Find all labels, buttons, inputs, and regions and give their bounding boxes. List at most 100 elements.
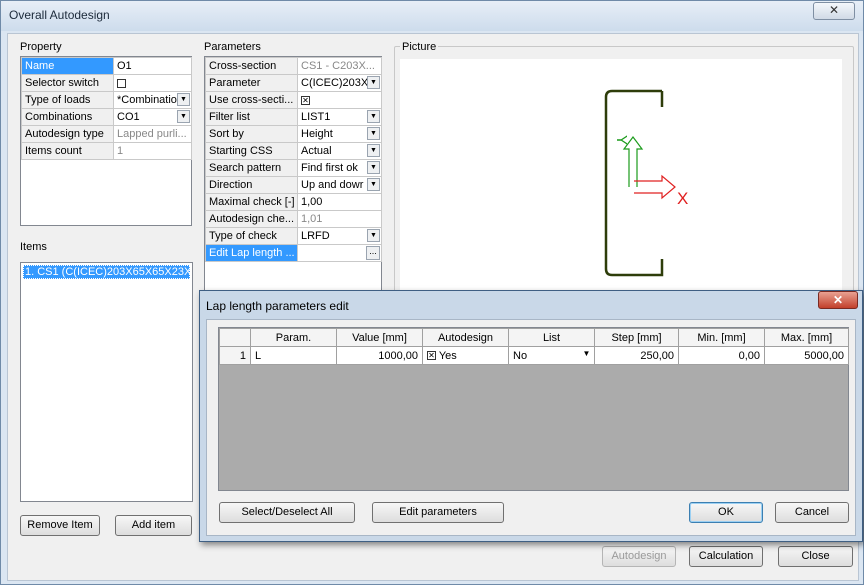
param-row-cross-section[interactable]: Cross-section CS1 - C203X...	[205, 57, 382, 75]
add-item-button[interactable]: Add item	[115, 515, 192, 536]
param-key: Maximal check [-]	[205, 193, 298, 211]
filter-list-select[interactable]: LIST1 ▼	[297, 108, 382, 126]
column-header[interactable]: Param.	[250, 328, 337, 347]
param-row-use-cross-section[interactable]: Use cross-secti... ✕	[205, 91, 382, 109]
grid-header-row: Param. Value [mm] Autodesign List Step […	[219, 328, 849, 347]
param-row-starting-css[interactable]: Starting CSS Actual ▼	[205, 142, 382, 160]
column-header[interactable]: Max. [mm]	[764, 328, 849, 347]
property-row-items-count[interactable]: Items count 1	[21, 142, 192, 160]
parameters-grid: Cross-section CS1 - C203X... Parameter C…	[204, 56, 382, 292]
autodesign-type-value: Lapped purli...	[113, 125, 192, 143]
list-select-cell[interactable]: No ▼	[508, 346, 595, 365]
search-pattern-select[interactable]: Find first ok ▼	[297, 159, 382, 177]
column-header[interactable]: List	[508, 328, 595, 347]
items-label: Items	[20, 241, 47, 253]
checkbox-unchecked-icon[interactable]	[117, 78, 126, 88]
parameter-select[interactable]: C(ICEC)203X ▼	[297, 74, 382, 92]
param-row-maximal-check[interactable]: Maximal check [-] 1,00	[205, 193, 382, 211]
row-number-header	[219, 328, 251, 347]
list-item[interactable]: 1. CS1 (C(ICEC)203X65X65X23X3)	[23, 265, 190, 279]
combinations-select[interactable]: CO1 ▼	[113, 108, 192, 126]
lap-length-dialog: Lap length parameters edit ✕ Param. Valu…	[199, 290, 863, 542]
use-cross-section-checkbox[interactable]: ✕	[297, 91, 382, 109]
chevron-down-icon[interactable]: ▼	[367, 76, 380, 89]
param-row-direction[interactable]: Direction Up and dowr ▼	[205, 176, 382, 194]
property-row-combinations[interactable]: Combinations CO1 ▼	[21, 108, 192, 126]
property-key: Name	[21, 57, 114, 75]
starting-css-select[interactable]: Actual ▼	[297, 142, 382, 160]
select-value: LIST1	[301, 111, 331, 123]
cross-section-value: CS1 - C203X...	[297, 57, 382, 75]
property-key: Items count	[21, 142, 114, 160]
close-icon: ✕	[828, 3, 840, 17]
property-row-selector-switch[interactable]: Selector switch	[21, 74, 192, 92]
param-row-sort-by[interactable]: Sort by Height ▼	[205, 125, 382, 143]
chevron-down-icon[interactable]: ▼	[367, 110, 380, 123]
param-row-parameter[interactable]: Parameter C(ICEC)203X ▼	[205, 74, 382, 92]
value-cell[interactable]: 1000,00	[336, 346, 423, 365]
param-row-edit-lap-length[interactable]: Edit Lap length ... ...	[205, 244, 382, 262]
picture-canvas: Y X	[400, 59, 842, 294]
maximal-check-field[interactable]: 1,00	[297, 193, 382, 211]
edit-lap-length-cell[interactable]: ...	[297, 244, 382, 262]
property-row-name[interactable]: Name O1	[21, 57, 192, 75]
max-cell[interactable]: 5000,00	[764, 346, 849, 365]
checkbox-checked-icon[interactable]: ✕	[301, 95, 310, 105]
param-key: Search pattern	[205, 159, 298, 177]
chevron-down-icon[interactable]: ▼	[367, 229, 380, 242]
param-row-autodesign-check[interactable]: Autodesign che... 1,01	[205, 210, 382, 228]
chevron-down-icon[interactable]: ▼	[177, 110, 190, 123]
edit-parameters-button[interactable]: Edit parameters	[372, 502, 504, 523]
type-of-check-select[interactable]: LRFD ▼	[297, 227, 382, 245]
property-grid: Name O1 Selector switch Type of loads *C…	[20, 56, 192, 226]
column-header[interactable]: Min. [mm]	[678, 328, 765, 347]
column-header[interactable]: Autodesign	[422, 328, 509, 347]
param-key: Direction	[205, 176, 298, 194]
select-value: Height	[301, 128, 333, 140]
close-window-button[interactable]: ✕	[813, 2, 855, 20]
remove-item-button[interactable]: Remove Item	[20, 515, 100, 536]
column-header[interactable]: Step [mm]	[594, 328, 679, 347]
cancel-button[interactable]: Cancel	[775, 502, 849, 523]
param-key: Parameter	[205, 74, 298, 92]
ellipsis-button[interactable]: ...	[366, 246, 380, 260]
chevron-down-icon[interactable]: ▼	[580, 348, 593, 361]
select-deselect-all-button[interactable]: Select/Deselect All	[219, 502, 355, 523]
param-key: Filter list	[205, 108, 298, 126]
chevron-down-icon[interactable]: ▼	[367, 161, 380, 174]
column-header[interactable]: Value [mm]	[336, 328, 423, 347]
chevron-down-icon[interactable]: ▼	[367, 144, 380, 157]
sort-by-select[interactable]: Height ▼	[297, 125, 382, 143]
property-row-type-of-loads[interactable]: Type of loads *Combinatior ▼	[21, 91, 192, 109]
table-row[interactable]: 1 L 1000,00 ✕ Yes No ▼ 250,00 0,00 5000,0…	[219, 346, 849, 365]
autodesign-cell[interactable]: ✕ Yes	[422, 346, 509, 365]
items-list[interactable]: 1. CS1 (C(ICEC)203X65X65X23X3)	[20, 262, 193, 502]
name-field[interactable]: O1	[113, 57, 192, 75]
autodesign-button[interactable]: Autodesign	[602, 546, 676, 567]
selector-switch-checkbox[interactable]	[113, 74, 192, 92]
select-value: *Combinatior	[117, 94, 181, 106]
modal-close-button[interactable]: ✕	[818, 291, 858, 309]
chevron-down-icon[interactable]: ▼	[367, 178, 380, 191]
type-of-loads-select[interactable]: *Combinatior ▼	[113, 91, 192, 109]
param-row-search-pattern[interactable]: Search pattern Find first ok ▼	[205, 159, 382, 177]
ok-button[interactable]: OK	[689, 502, 763, 523]
c-profile-shape	[604, 89, 664, 277]
chevron-down-icon[interactable]: ▼	[177, 93, 190, 106]
close-button[interactable]: Close	[778, 546, 853, 567]
chevron-down-icon[interactable]: ▼	[367, 127, 380, 140]
param-row-filter-list[interactable]: Filter list LIST1 ▼	[205, 108, 382, 126]
y-axis-label: Y	[613, 135, 630, 145]
calculation-button[interactable]: Calculation	[689, 546, 763, 567]
param-cell[interactable]: L	[250, 346, 337, 365]
checkbox-checked-icon[interactable]: ✕	[427, 351, 436, 361]
parameters-label: Parameters	[204, 41, 261, 53]
direction-select[interactable]: Up and dowr ▼	[297, 176, 382, 194]
min-cell[interactable]: 0,00	[678, 346, 765, 365]
picture-label: Picture	[400, 41, 439, 53]
param-row-type-of-check[interactable]: Type of check LRFD ▼	[205, 227, 382, 245]
property-row-autodesign-type[interactable]: Autodesign type Lapped purli...	[21, 125, 192, 143]
select-value: Up and dowr	[301, 179, 364, 191]
param-key: Cross-section	[205, 57, 298, 75]
step-cell[interactable]: 250,00	[594, 346, 679, 365]
